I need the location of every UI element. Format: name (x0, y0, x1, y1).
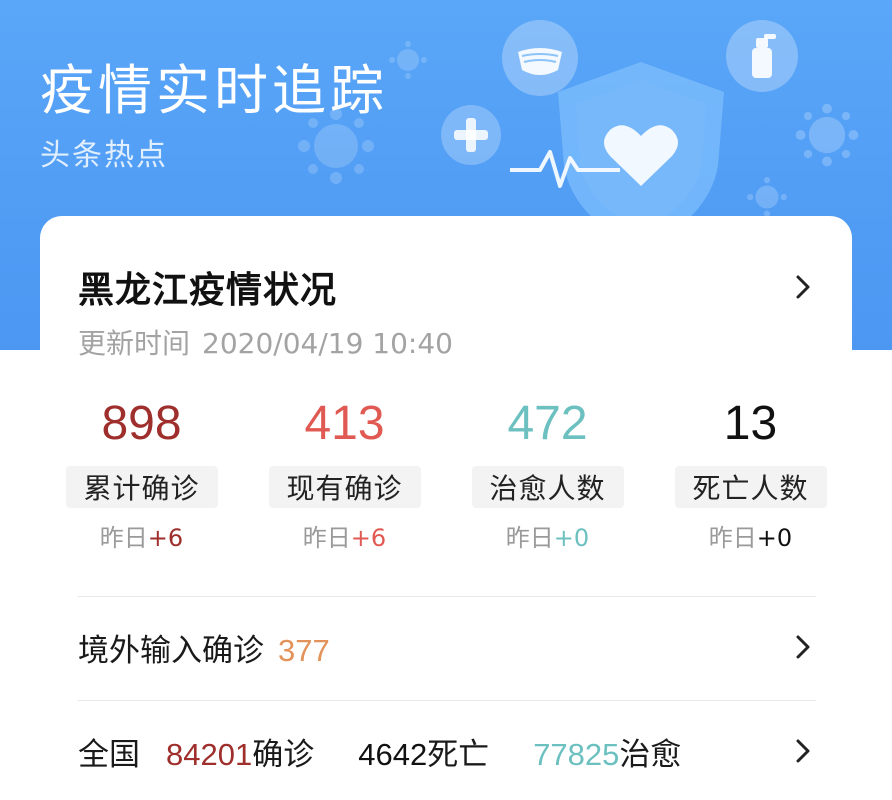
stat-deaths: 13 死亡人数 昨日+0 (649, 394, 852, 553)
national-confirmed: 84201确诊 (166, 729, 314, 774)
card-title: 黑龙江疫情状况 (78, 270, 338, 311)
update-time-label: 更新时间 (78, 327, 191, 360)
virus-icon (389, 41, 427, 79)
stat-label: 死亡人数 (674, 466, 827, 508)
divider (78, 700, 816, 701)
national-stats: 全国 84201确诊 4642死亡 77825治愈 (78, 729, 681, 774)
imported-cases-row[interactable]: 境外输入确诊 377 (78, 622, 816, 672)
national-recovered-value: 77825 (533, 736, 620, 772)
national-deaths: 4642死亡 (358, 729, 489, 774)
delta-value: +0 (553, 524, 590, 552)
divider (78, 596, 816, 597)
delta-label: 昨日 (302, 524, 351, 552)
chevron-right-icon[interactable] (790, 634, 816, 660)
update-time-value: 2020/04/19 10:40 (202, 327, 453, 360)
stat-label: 现有确诊 (268, 466, 421, 508)
virus-icon (747, 177, 787, 217)
stat-label: 累计确诊 (65, 466, 218, 508)
virus-icon (298, 108, 374, 184)
delta-label: 昨日 (708, 524, 757, 552)
stat-delta: 昨日+6 (100, 518, 183, 553)
national-row[interactable]: 全国 84201确诊 4642死亡 77825治愈 (78, 726, 816, 776)
heartbeat-line-icon (510, 150, 620, 188)
national-label: 全国 (78, 736, 140, 773)
banner-subtitle: 头条热点 (40, 138, 168, 173)
stats-row: 898 累计确诊 昨日+6 413 现有确诊 昨日+6 472 治愈人数 昨日+… (40, 394, 852, 553)
delta-value: +6 (350, 524, 387, 552)
card-header[interactable]: 黑龙江疫情状况 (78, 262, 816, 312)
plus-icon (441, 105, 501, 165)
stat-delta: 昨日+6 (303, 518, 386, 553)
national-recovered-label: 治愈 (619, 736, 682, 773)
chevron-right-icon[interactable] (790, 274, 816, 300)
stat-value: 13 (723, 397, 778, 450)
delta-value: +0 (756, 524, 793, 552)
stat-cumulative-confirmed: 898 累计确诊 昨日+6 (40, 394, 243, 553)
stat-value: 472 (507, 397, 588, 450)
stat-label: 治愈人数 (471, 466, 624, 508)
stat-recovered: 472 治愈人数 昨日+0 (446, 394, 649, 553)
national-deaths-label: 死亡 (427, 736, 490, 773)
spray-bottle-icon (726, 20, 798, 92)
virus-icon (795, 103, 859, 167)
update-time: 更新时间 2020/04/19 10:40 (78, 322, 465, 362)
national-confirmed-value: 84201 (166, 736, 253, 772)
stat-value: 898 (101, 397, 182, 450)
stat-delta: 昨日+0 (709, 518, 792, 553)
stat-value: 413 (304, 397, 385, 450)
chevron-right-icon[interactable] (790, 738, 816, 764)
imported-label: 境外输入确诊 (78, 632, 264, 669)
imported-cases: 境外输入确诊 377 (78, 625, 330, 670)
national-confirmed-label: 确诊 (252, 736, 315, 773)
national-recovered: 77825治愈 (533, 729, 681, 774)
stat-delta: 昨日+0 (506, 518, 589, 553)
stat-current-confirmed: 413 现有确诊 昨日+6 (243, 394, 446, 553)
delta-label: 昨日 (99, 524, 148, 552)
delta-value: +6 (147, 524, 184, 552)
imported-value: 377 (278, 632, 330, 668)
national-deaths-value: 4642 (358, 736, 428, 772)
province-summary-card: 黑龙江疫情状况 更新时间 2020/04/19 10:40 898 累计确诊 昨日… (40, 216, 852, 800)
delta-label: 昨日 (505, 524, 554, 552)
